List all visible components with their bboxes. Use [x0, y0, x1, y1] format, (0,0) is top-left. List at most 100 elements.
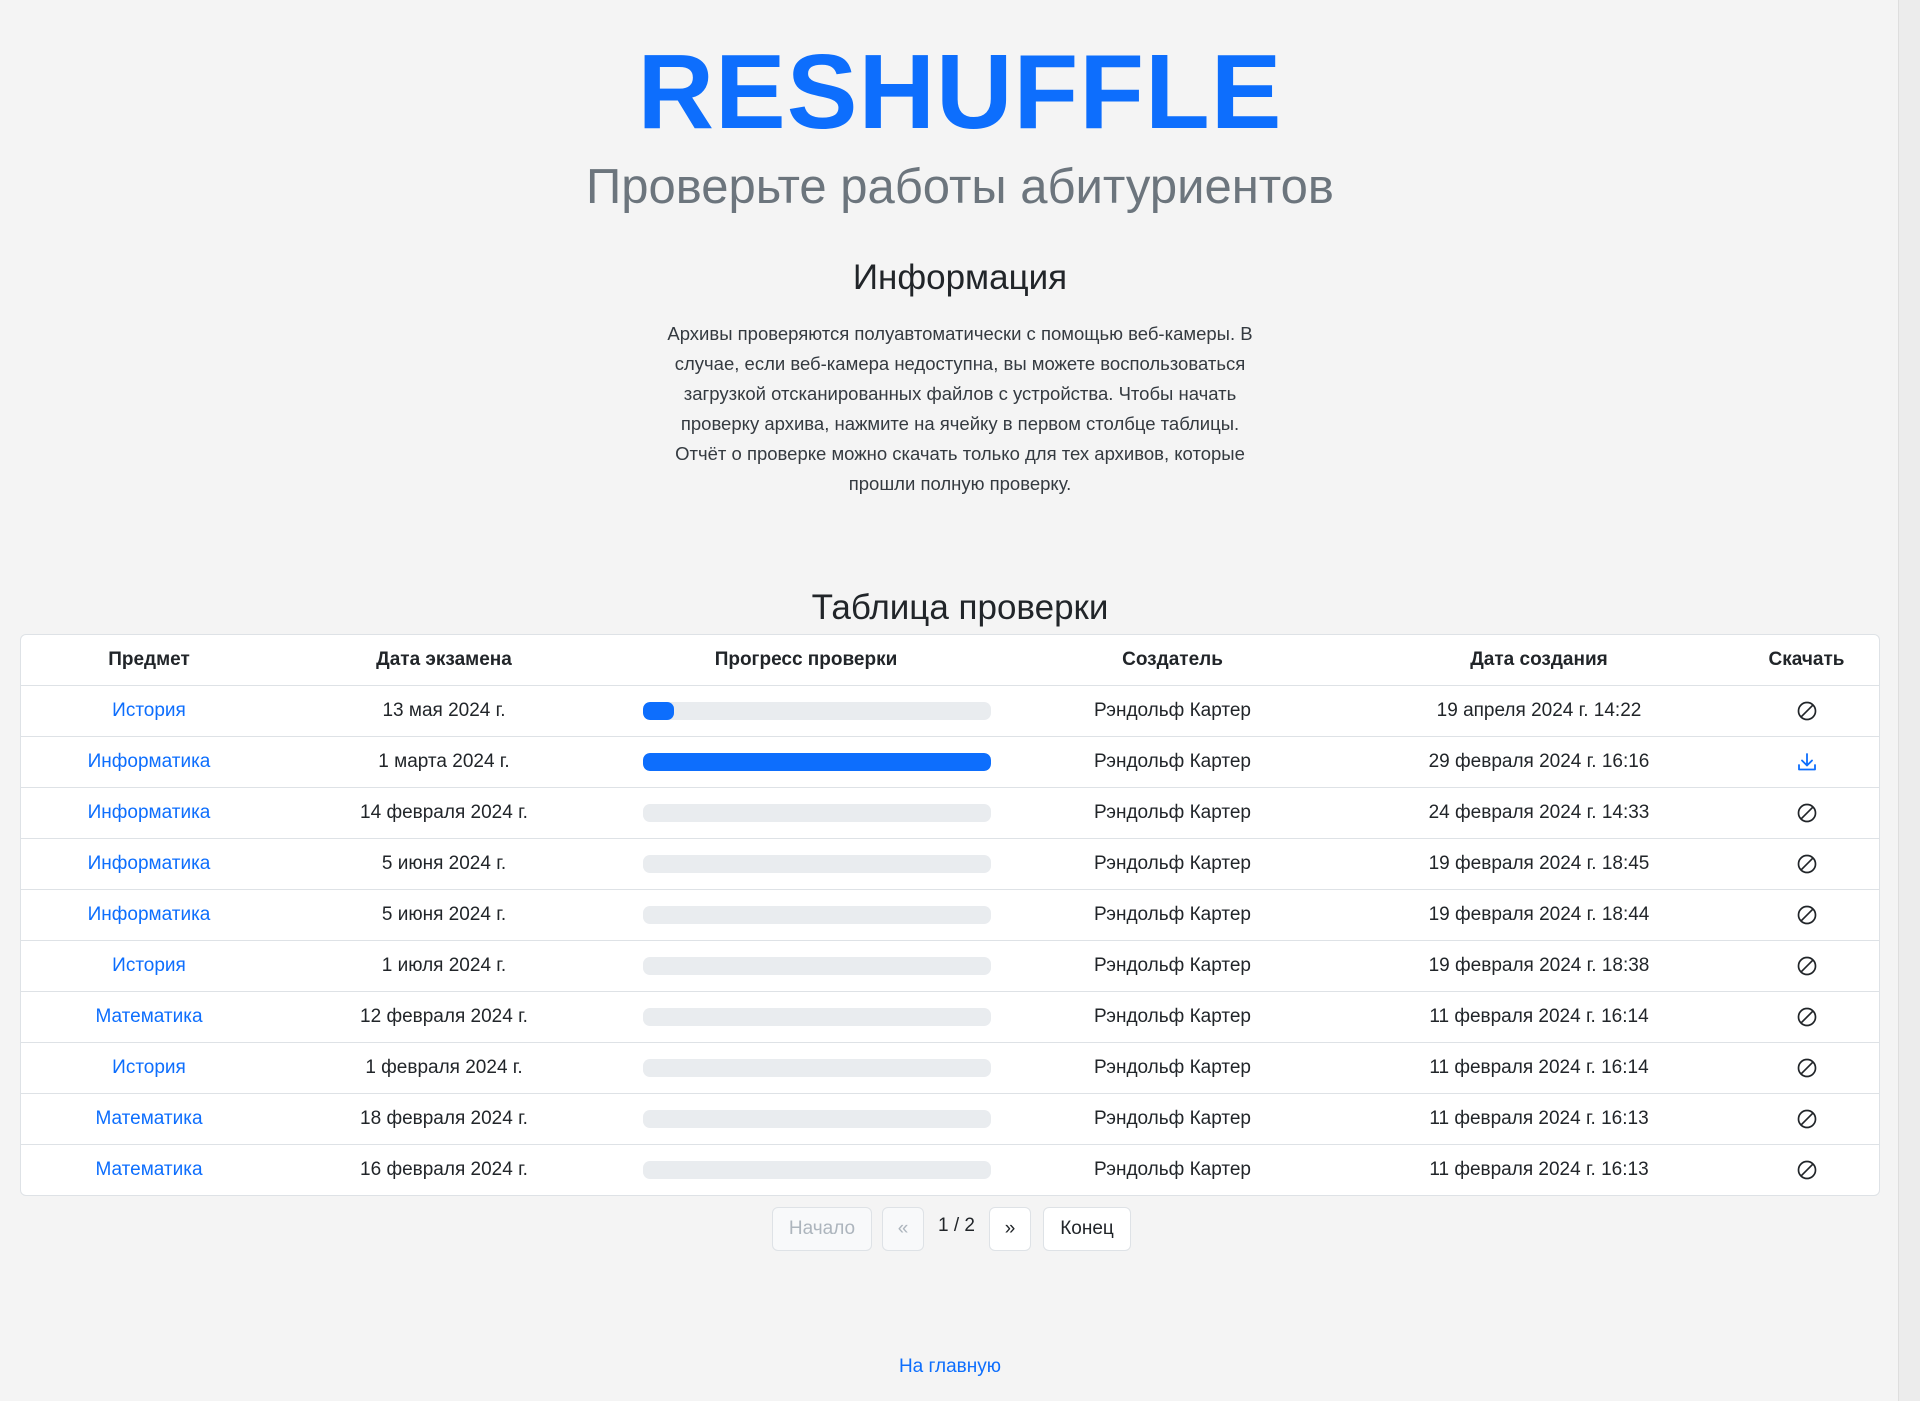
last-page-button[interactable]: Конец — [1042, 1207, 1131, 1251]
download-cell — [1734, 991, 1879, 1043]
subject-link[interactable]: Математика — [95, 1006, 202, 1027]
subject-link[interactable]: История — [112, 955, 186, 976]
download-icon[interactable] — [1796, 751, 1818, 773]
progress-bar — [643, 1110, 991, 1128]
created-date-cell: 19 февраля 2024 г. 18:38 — [1344, 940, 1734, 992]
created-date-cell: 19 апреля 2024 г. 14:22 — [1344, 685, 1734, 737]
subject-cell[interactable]: История — [21, 1042, 277, 1094]
subject-link[interactable]: История — [112, 700, 186, 721]
table-heading: Таблица проверки — [811, 588, 1109, 628]
next-page-button[interactable]: » — [988, 1207, 1031, 1251]
page-subtitle: Проверьте работы абитуриентов — [586, 160, 1334, 214]
prev-page-button[interactable]: « — [882, 1207, 924, 1251]
exam-date-cell: 5 июня 2024 г. — [277, 889, 611, 941]
first-page-button[interactable]: Начало — [772, 1207, 872, 1251]
creator-cell: Рэндольф Картер — [1001, 1042, 1344, 1094]
progress-cell — [611, 787, 1001, 839]
exam-date-cell: 1 февраля 2024 г. — [277, 1042, 611, 1094]
subject-link[interactable]: История — [112, 1057, 186, 1078]
info-heading: Информация — [852, 258, 1068, 298]
exam-date-cell: 18 февраля 2024 г. — [277, 1093, 611, 1145]
subject-cell[interactable]: Информатика — [21, 838, 277, 890]
progress-cell — [611, 940, 1001, 992]
table-header-row: Предмет Дата экзамена Прогресс проверки … — [21, 635, 1879, 686]
download-cell — [1734, 940, 1879, 992]
progress-cell — [611, 1093, 1001, 1145]
progress-cell — [611, 736, 1001, 788]
table-row: Математика 16 февраля 2024 г. Рэндольф Кар… — [21, 1145, 1879, 1196]
column-header-creator: Создатель — [1001, 635, 1344, 686]
creator-cell: Рэндольф Картер — [1001, 685, 1344, 737]
created-date-cell: 11 февраля 2024 г. 16:13 — [1429, 1159, 1649, 1180]
exam-date-cell: 16 февраля 2024 г. — [360, 1159, 528, 1180]
creator-cell: Рэндольф Картер — [1001, 1093, 1344, 1145]
progress-cell — [611, 889, 1001, 941]
subject-cell[interactable]: История — [21, 940, 277, 992]
subject-cell[interactable]: Информатика — [21, 736, 277, 788]
download-cell — [1734, 1093, 1879, 1145]
subject-link[interactable]: Математика — [95, 1108, 202, 1129]
subject-link[interactable]: Информатика — [88, 853, 211, 874]
subject-cell[interactable]: Информатика — [21, 889, 277, 941]
creator-cell: Рэндольф Картер — [1001, 736, 1344, 788]
subject-link[interactable]: Информатика — [88, 751, 211, 772]
table-row: Информатика 5 июня 2024 г. Рэндольф Картер… — [21, 838, 1879, 890]
download-cell — [1734, 787, 1879, 839]
column-header-created-date: Дата создания — [1344, 635, 1734, 686]
subject-cell[interactable]: Математика — [21, 1145, 277, 1196]
table-row: Математика 18 февраля 2024 г. Рэндольф Кар… — [21, 1093, 1879, 1145]
disabled-icon — [1797, 1160, 1816, 1180]
subject-link[interactable]: Информатика — [88, 802, 211, 823]
download-cell[interactable] — [1734, 736, 1879, 788]
disabled-icon — [1797, 1058, 1816, 1078]
table-row: Математика 12 февраля 2024 г. Рэндольф Кар… — [21, 991, 1879, 1043]
created-date-cell: 19 февраля 2024 г. 18:44 — [1344, 889, 1734, 941]
subject-cell[interactable]: Математика — [21, 991, 277, 1043]
created-date-cell: 19 февраля 2024 г. 18:45 — [1344, 838, 1734, 890]
exam-date-cell: 1 июля 2024 г. — [277, 940, 611, 992]
column-header-subject: Предмет — [21, 635, 277, 686]
progress-bar — [643, 855, 991, 873]
download-cell — [1734, 1042, 1879, 1094]
creator-cell: Рэндольф Картер — [1001, 889, 1344, 941]
table-row: История 1 июля 2024 г. Рэндольф Картер 19 ф… — [21, 940, 1879, 992]
disabled-icon — [1797, 1109, 1816, 1129]
disabled-icon — [1797, 854, 1816, 874]
table-row: История 1 февраля 2024 г. Рэндольф Картер 1… — [21, 1042, 1879, 1094]
check-table: Предмет Дата экзамена Прогресс проверки … — [21, 635, 1879, 1195]
disabled-icon — [1797, 905, 1816, 925]
disabled-icon — [1797, 701, 1816, 721]
download-cell — [1734, 889, 1879, 941]
progress-cell — [611, 838, 1001, 890]
disabled-icon — [1797, 803, 1816, 823]
progress-bar — [643, 753, 991, 771]
creator-cell: Рэндольф Картер — [1001, 991, 1344, 1043]
created-date-cell: 11 февраля 2024 г. 16:13 — [1344, 1093, 1734, 1145]
scrollbar[interactable] — [1898, 0, 1920, 1401]
exam-date-cell: 13 мая 2024 г. — [277, 685, 611, 737]
home-link[interactable]: На главную — [0, 1356, 1900, 1378]
progress-cell — [611, 1145, 1001, 1196]
progress-bar — [643, 1161, 991, 1179]
table-row: Информатика 1 марта 2024 г. Рэндольф Карте… — [21, 736, 1879, 788]
pagination: Начало « 1 / 2 » Конец — [772, 1207, 1131, 1251]
check-table-container: Предмет Дата экзамена Прогресс проверки … — [20, 634, 1880, 1196]
subject-cell[interactable]: Информатика — [21, 787, 277, 839]
subject-cell[interactable]: История — [21, 685, 277, 737]
download-cell — [1734, 838, 1879, 890]
created-date-cell: 11 февраля 2024 г. 16:14 — [1344, 991, 1734, 1043]
progress-cell — [611, 685, 1001, 737]
progress-bar-fill — [643, 702, 675, 720]
subject-link[interactable]: Информатика — [88, 904, 211, 925]
progress-cell — [611, 1042, 1001, 1094]
progress-cell — [611, 991, 1001, 1043]
exam-date-cell: 1 марта 2024 г. — [277, 736, 611, 788]
subject-link[interactable]: Математика — [95, 1159, 202, 1180]
download-cell — [1734, 685, 1879, 737]
creator-cell: Рэндольф Картер — [1001, 940, 1344, 992]
progress-bar — [643, 804, 991, 822]
created-date-cell: 11 февраля 2024 г. 16:14 — [1344, 1042, 1734, 1094]
subject-cell[interactable]: Математика — [21, 1093, 277, 1145]
creator-cell: Рэндольф Картер — [1001, 787, 1344, 839]
table-body: История 13 мая 2024 г. Рэндольф Картер 19 а… — [21, 685, 1879, 1196]
